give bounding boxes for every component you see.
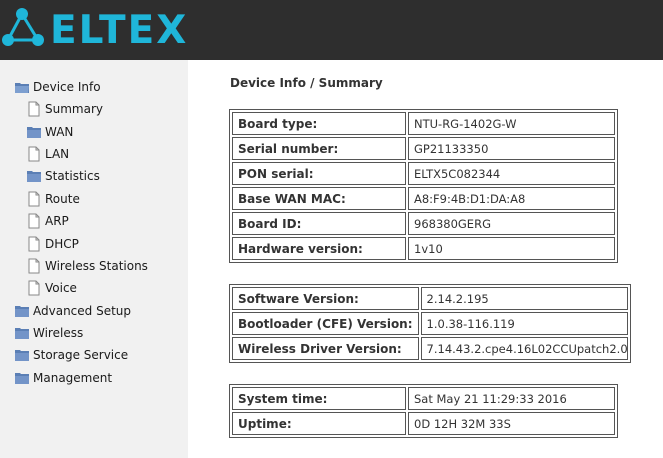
header-bar: ELTEX (0, 0, 663, 60)
page-title: Device Info / Summary (230, 76, 383, 90)
row-key: Software Version: (232, 287, 419, 310)
folder-icon (15, 373, 29, 384)
table-row: Board type: NTU-RG-1402G-W (232, 112, 615, 135)
nav-lan[interactable]: LAN (26, 144, 69, 164)
nav-summary[interactable]: Summary (26, 99, 103, 119)
software-info-table: Software Version: 2.14.2.195 Bootloader (… (229, 284, 631, 363)
table-row: System time: Sat May 21 11:29:33 2016 (232, 387, 615, 410)
row-key: Bootloader (CFE) Version: (232, 312, 419, 335)
nav-statistics[interactable]: Statistics (26, 166, 100, 186)
nav-dhcp[interactable]: DHCP (26, 234, 79, 254)
nav-arp[interactable]: ARP (26, 211, 69, 231)
table-row: Serial number: GP21133350 (232, 137, 615, 160)
eltex-logo-icon (2, 8, 44, 46)
device-info-table: Board type: NTU-RG-1402G-W Serial number:… (229, 109, 618, 263)
page-icon (28, 280, 40, 296)
folder-icon (15, 350, 29, 361)
nav-storage-service[interactable]: Storage Service (14, 345, 128, 365)
row-key: Base WAN MAC: (232, 187, 406, 210)
nav-wireless-stations[interactable]: Wireless Stations (26, 256, 148, 276)
row-value: NTU-RG-1402G-W (408, 112, 615, 135)
row-key: Uptime: (232, 412, 406, 435)
table-row: Base WAN MAC: A8:F9:4B:D1:DA:A8 (232, 187, 615, 210)
row-key: PON serial: (232, 162, 406, 185)
time-info-table: System time: Sat May 21 11:29:33 2016 Upt… (229, 384, 618, 438)
row-value: A8:F9:4B:D1:DA:A8 (408, 187, 615, 210)
main-content: Device Info / Summary Board type: NTU-RG-… (188, 60, 663, 458)
table-row: Bootloader (CFE) Version: 1.0.38-116.119 (232, 312, 628, 335)
row-key: Serial number: (232, 137, 406, 160)
table-row: Software Version: 2.14.2.195 (232, 287, 628, 310)
folder-icon (15, 328, 29, 339)
row-value: ELTX5C082344 (408, 162, 615, 185)
row-value: 1v10 (408, 237, 615, 260)
page-icon (28, 101, 40, 117)
page-icon (28, 258, 40, 274)
nav-advanced-setup[interactable]: Advanced Setup (14, 301, 131, 321)
table-row: Uptime: 0D 12H 32M 33S (232, 412, 615, 435)
row-key: System time: (232, 387, 406, 410)
row-value: 1.0.38-116.119 (420, 312, 628, 335)
row-value: Sat May 21 11:29:33 2016 (408, 387, 615, 410)
row-key: Board type: (232, 112, 406, 135)
nav-wireless[interactable]: Wireless (14, 323, 83, 343)
nav-device-info[interactable]: Device Info (14, 77, 101, 97)
page-icon (28, 213, 40, 229)
row-value: 0D 12H 32M 33S (408, 412, 615, 435)
nav-route[interactable]: Route (26, 189, 80, 209)
page-icon (28, 236, 40, 252)
folder-open-icon (15, 83, 29, 93)
row-value: 2.14.2.195 (420, 287, 628, 310)
folder-icon (27, 127, 41, 138)
row-key: Wireless Driver Version: (232, 337, 419, 360)
table-row: Board ID: 968380GERG (232, 212, 615, 235)
row-key: Hardware version: (232, 237, 406, 260)
sidebar-nav: Device Info Summary WAN LAN Statistics R… (0, 60, 188, 458)
row-value: GP21133350 (408, 137, 615, 160)
brand-name: ELTEX (50, 8, 189, 53)
nav-wan[interactable]: WAN (26, 122, 73, 142)
row-value: 7.14.43.2.cpe4.16L02CCUpatch2.0- (420, 337, 628, 360)
page-icon (28, 191, 40, 207)
folder-icon (27, 171, 41, 182)
row-value: 968380GERG (408, 212, 615, 235)
table-row: Wireless Driver Version: 7.14.43.2.cpe4.1… (232, 337, 628, 360)
table-row: PON serial: ELTX5C082344 (232, 162, 615, 185)
eltex-logo: ELTEX (0, 4, 200, 56)
folder-icon (15, 306, 29, 317)
row-key: Board ID: (232, 212, 406, 235)
nav-voice[interactable]: Voice (26, 278, 77, 298)
table-row: Hardware version: 1v10 (232, 237, 615, 260)
page-icon (28, 146, 40, 162)
nav-management[interactable]: Management (14, 368, 112, 388)
